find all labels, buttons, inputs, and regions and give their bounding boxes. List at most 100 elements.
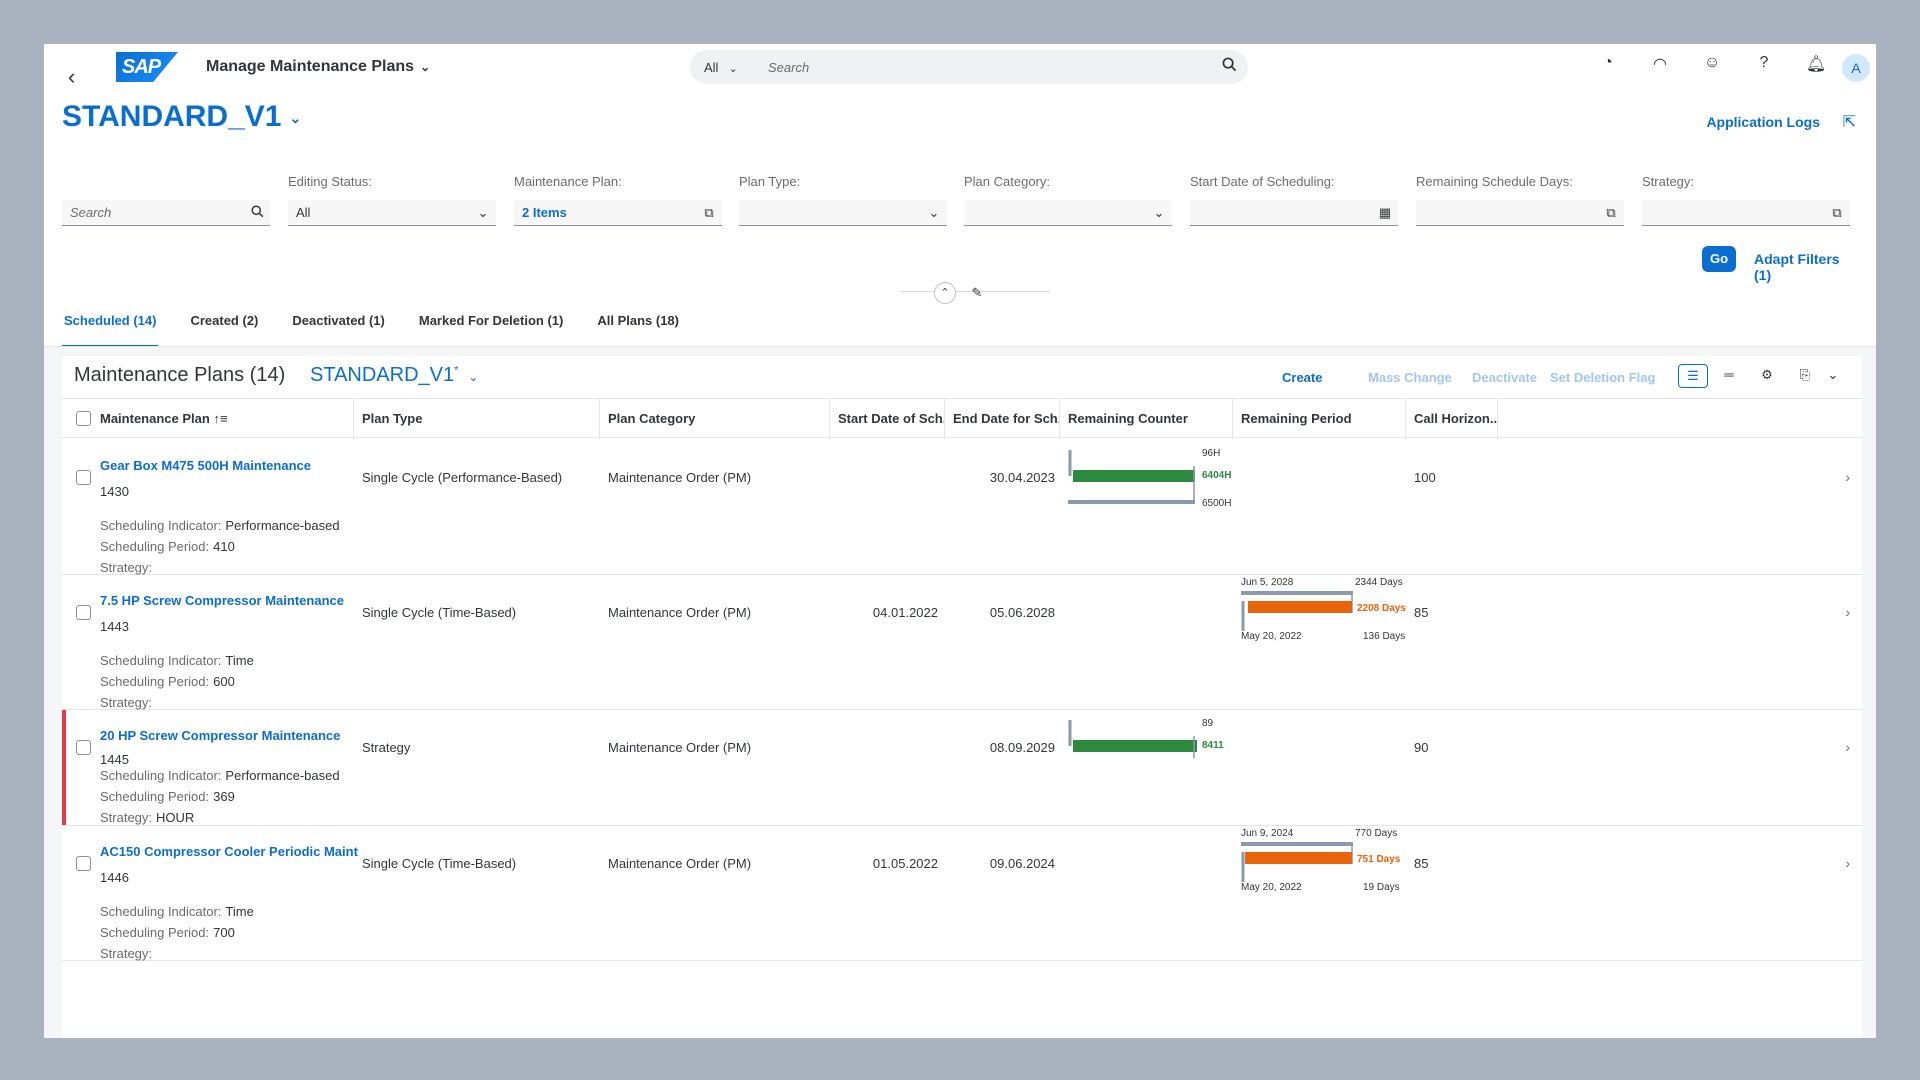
row-checkbox[interactable]: [76, 605, 91, 620]
plan-type: Single Cycle (Performance-Based): [362, 470, 563, 485]
pin-icon[interactable]: ✎: [966, 282, 988, 304]
search-scope-select[interactable]: All ⌄: [690, 60, 754, 75]
back-button[interactable]: ‹: [68, 64, 75, 90]
settings-icon[interactable]: ⚙: [1752, 364, 1782, 388]
counter-value-label: 8411: [1202, 740, 1224, 751]
detail-label: Scheduling Period:: [100, 925, 210, 940]
select-all-checkbox[interactable]: [76, 411, 91, 426]
collapse-rows-icon[interactable]: ═: [1714, 364, 1744, 388]
chevron-down-icon[interactable]: ⌄: [1146, 205, 1172, 221]
value-help-icon[interactable]: ⧉: [1824, 205, 1850, 221]
chevron-down-icon[interactable]: ⌄: [921, 205, 947, 221]
sap-logo[interactable]: SAP: [116, 52, 178, 82]
share-icon[interactable]: ⇱: [1843, 112, 1856, 132]
value-help-icon[interactable]: ⧉: [1598, 205, 1624, 221]
column-header-end-date[interactable]: End Date for Sch...: [945, 399, 1060, 439]
chevron-right-icon[interactable]: ›: [1845, 469, 1850, 485]
filter-search-placeholder: Search: [70, 205, 112, 220]
value-help-icon[interactable]: ⧉: [696, 205, 722, 221]
maintenance-plans-table: Maintenance Plans (14) STANDARD_V1* ⌄ Cre…: [62, 356, 1862, 1038]
avatar[interactable]: A: [1842, 54, 1870, 82]
table-row[interactable]: AC150 Compressor Cooler Periodic Maint 14…: [62, 826, 1862, 961]
column-header-plan-category[interactable]: Plan Category: [600, 399, 830, 439]
period-bottom-right-label: 136 Days: [1363, 631, 1406, 642]
export-icon[interactable]: ⎘: [1790, 364, 1820, 388]
tab-0[interactable]: Scheduled (14): [62, 306, 159, 348]
filter-label: Maintenance Plan:: [514, 174, 622, 189]
set-deletion-flag-button[interactable]: Set Deletion Flag: [1550, 370, 1655, 385]
chevron-down-icon[interactable]: ⌄: [470, 205, 496, 221]
bell-icon[interactable]: 🔔︎: [1790, 54, 1842, 82]
filter-field[interactable]: All ⌄: [288, 200, 496, 226]
period-track: [1241, 842, 1353, 846]
filter-5: Remaining Schedule Days: ⧉: [1416, 174, 1624, 226]
filter-label: Strategy:: [1642, 174, 1695, 189]
row-checkbox[interactable]: [76, 740, 91, 755]
app-title-menu[interactable]: Manage Maintenance Plans ⌄: [206, 58, 430, 76]
column-header-remaining-counter[interactable]: Remaining Counter: [1060, 399, 1233, 439]
column-header-remaining-period[interactable]: Remaining Period: [1233, 399, 1406, 439]
adapt-filters-button[interactable]: Adapt Filters (1): [1754, 251, 1852, 283]
mass-change-button[interactable]: Mass Change: [1368, 370, 1452, 385]
chevron-down-icon[interactable]: ⌄: [1818, 364, 1848, 388]
page-title[interactable]: STANDARD_V1 ⌄: [62, 100, 301, 134]
create-button[interactable]: Create: [1282, 370, 1322, 385]
table-row[interactable]: 20 HP Screw Compressor Maintenance 1445 Sc…: [62, 710, 1862, 826]
tab-3[interactable]: Marked For Deletion (1): [417, 306, 565, 348]
plan-name-link[interactable]: Gear Box M475 500H Maintenance: [100, 458, 311, 473]
collapse-header-button[interactable]: ⌃: [934, 282, 956, 304]
variant-name: STANDARD_V1: [62, 100, 282, 133]
detail-strategy: Strategy:: [100, 946, 156, 961]
row-checkbox[interactable]: [76, 856, 91, 871]
column-header-start-date[interactable]: Start Date of Sch...: [830, 399, 945, 439]
plan-name-link[interactable]: 7.5 HP Screw Compressor Maintenance: [100, 593, 344, 608]
column-header-maintenance-plan[interactable]: Maintenance Plan ↑≡: [92, 399, 354, 439]
expand-rows-icon[interactable]: ☰: [1678, 364, 1708, 388]
tab-2[interactable]: Deactivated (1): [290, 306, 386, 348]
search-input[interactable]: [754, 59, 1210, 75]
app-title: Manage Maintenance Plans: [206, 58, 415, 75]
table-row[interactable]: Gear Box M475 500H Maintenance 1430 Schedu…: [62, 440, 1862, 575]
detail-period: Scheduling Period: 700: [100, 925, 235, 940]
tab-4[interactable]: All Plans (18): [595, 306, 681, 348]
filter-field[interactable]: ▦: [1190, 200, 1398, 226]
column-header-call-horizon[interactable]: Call Horizon...: [1406, 399, 1498, 439]
filter-field[interactable]: ⌄: [739, 200, 947, 226]
joule-icon[interactable]: ◔: [1582, 54, 1634, 82]
chevron-right-icon[interactable]: ›: [1845, 739, 1850, 755]
help-icon[interactable]: ?: [1738, 54, 1790, 82]
plan-name-link[interactable]: AC150 Compressor Cooler Periodic Maint: [100, 844, 358, 859]
table-row[interactable]: 7.5 HP Screw Compressor Maintenance 1443 S…: [62, 575, 1862, 710]
counter-bottom-label: 6500H: [1202, 498, 1232, 509]
feedback-icon[interactable]: ☺: [1686, 54, 1738, 82]
plan-type: Strategy: [362, 740, 411, 755]
plan-name-link[interactable]: 20 HP Screw Compressor Maintenance: [100, 728, 340, 743]
tab-1[interactable]: Created (2): [188, 306, 260, 348]
headset-icon[interactable]: ◠: [1634, 54, 1686, 82]
detail-label: Scheduling Period:: [100, 539, 210, 554]
chevron-right-icon[interactable]: ›: [1845, 604, 1850, 620]
filter-3: Plan Category: ⌄: [964, 174, 1172, 226]
plan-id: 1430: [100, 484, 129, 499]
filter-field[interactable]: ⧉: [1642, 200, 1850, 226]
filter-search-field[interactable]: Search: [62, 200, 270, 226]
table-variant-select[interactable]: STANDARD_V1* ⌄: [310, 364, 478, 387]
filter-field[interactable]: ⌄: [964, 200, 1172, 226]
search-icon[interactable]: [1210, 57, 1248, 77]
row-checkbox[interactable]: [76, 470, 91, 485]
application-logs-link[interactable]: Application Logs: [1706, 114, 1820, 130]
filter-field[interactable]: ⧉: [1416, 200, 1624, 226]
table-title: Maintenance Plans (14): [74, 364, 286, 386]
start-date: 04.01.2022: [872, 605, 938, 620]
call-horizon: 85: [1414, 856, 1429, 871]
chevron-down-icon: ⌄: [420, 60, 431, 74]
detail-strategy: Strategy: HOUR: [100, 810, 194, 825]
end-date: 09.06.2024: [989, 856, 1055, 871]
go-button[interactable]: Go: [1702, 246, 1736, 272]
chevron-right-icon[interactable]: ›: [1845, 855, 1850, 871]
column-header-plan-type[interactable]: Plan Type: [354, 399, 600, 439]
search-icon[interactable]: [244, 204, 270, 221]
filter-field[interactable]: 2 Items ⧉: [514, 200, 722, 226]
calendar-icon[interactable]: ▦: [1372, 205, 1398, 221]
deactivate-button[interactable]: Deactivate: [1472, 370, 1537, 385]
